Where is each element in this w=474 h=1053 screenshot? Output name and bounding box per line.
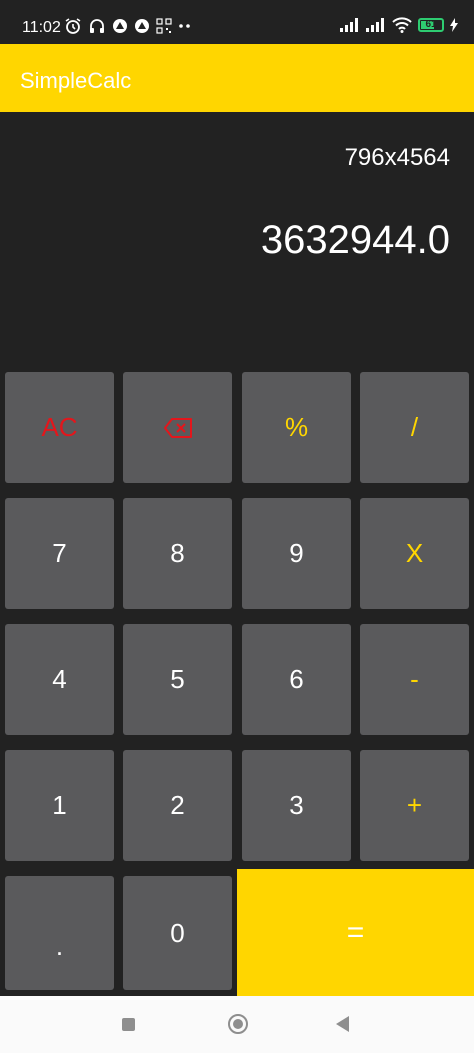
digit-5-button[interactable]: 5: [123, 624, 232, 735]
percent-button[interactable]: %: [242, 372, 351, 483]
digit-2-button[interactable]: 2: [123, 750, 232, 861]
home-button[interactable]: [228, 1014, 248, 1034]
headset-icon: [90, 19, 104, 33]
battery-icon: 61: [418, 18, 444, 32]
vpn-icon: [135, 19, 149, 33]
status-right-icons: 61: [340, 17, 458, 33]
digit-4-button[interactable]: 4: [5, 624, 114, 735]
result-display: 3632944.0: [260, 218, 450, 262]
digit-9-button[interactable]: 9: [242, 498, 351, 609]
equals-button[interactable]: =: [237, 869, 474, 996]
back-button[interactable]: [336, 1016, 349, 1032]
status-left-icons: [64, 17, 192, 35]
divide-button[interactable]: /: [360, 372, 469, 483]
alarm-icon: [65, 18, 81, 34]
add-button[interactable]: +: [360, 750, 469, 861]
digit-1-button[interactable]: 1: [5, 750, 114, 861]
digit-8-button[interactable]: 8: [123, 498, 232, 609]
status-bar: 11:02 61: [0, 0, 474, 44]
signal-icon-2: [366, 18, 384, 32]
multiply-button[interactable]: X: [360, 498, 469, 609]
backspace-icon: [163, 417, 192, 438]
app-bar: SimpleCalc: [0, 44, 474, 112]
subtract-button[interactable]: -: [360, 624, 469, 735]
system-nav-bar: [0, 996, 474, 1053]
charging-icon: [450, 18, 458, 32]
digit-0-button[interactable]: 0: [123, 876, 232, 990]
app-title: SimpleCalc: [20, 68, 132, 93]
digit-6-button[interactable]: 6: [242, 624, 351, 735]
backspace-button[interactable]: [123, 372, 232, 483]
clear-button[interactable]: AC: [5, 372, 114, 483]
battery-level: 61: [425, 19, 437, 30]
qr-code-icon: [156, 18, 172, 34]
signal-icon: [340, 18, 358, 32]
status-time: 11:02: [22, 19, 61, 36]
data-saver-icon: [113, 19, 127, 33]
recent-apps-button[interactable]: [122, 1018, 135, 1031]
digit-7-button[interactable]: 7: [5, 498, 114, 609]
decimal-point-button[interactable]: .: [5, 876, 114, 990]
more-notifications-icon: [179, 24, 190, 28]
expression-display: 796x4564: [344, 144, 450, 171]
wifi-icon: [392, 17, 412, 33]
digit-3-button[interactable]: 3: [242, 750, 351, 861]
